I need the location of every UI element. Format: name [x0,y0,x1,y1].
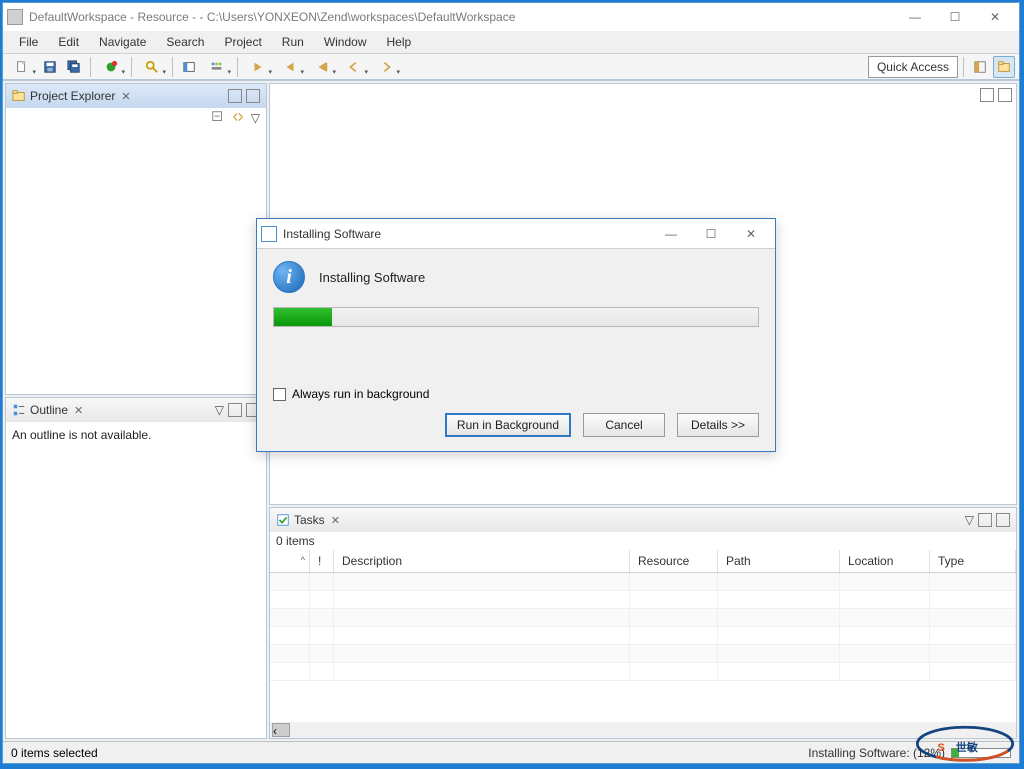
th-path[interactable]: Path [718,550,840,572]
tasks-minimize-icon[interactable] [978,513,992,527]
outline-header[interactable]: Outline ✕ ▽ [6,398,266,422]
th-resource[interactable]: Resource [630,550,718,572]
folder-icon [12,89,26,103]
menu-run[interactable]: Run [272,33,314,51]
toggle-mark-button[interactable] [178,56,200,78]
menu-window[interactable]: Window [314,33,377,51]
quick-access-button[interactable]: Quick Access [868,56,958,78]
project-explorer-close[interactable]: ✕ [119,90,132,103]
status-progress-label: Installing Software: (12%) [808,746,945,760]
th-type[interactable]: Type [930,550,1016,572]
view-menu-icon[interactable]: ▽ [251,111,260,125]
collapse-all-icon[interactable] [211,110,225,127]
save-all-button[interactable] [63,56,85,78]
toggle-breadcrumb-button[interactable]: ▾ [202,56,232,78]
outline-close[interactable]: ✕ [72,404,85,417]
tasks-pane: Tasks ✕ ▽ 0 items ! Description Resource [269,507,1017,739]
maximize-button[interactable]: ☐ [935,5,975,29]
tasks-table: ! Description Resource Path Location Typ… [270,550,1016,722]
install-progress-fill [274,308,332,326]
tasks-table-header: ! Description Resource Path Location Typ… [270,550,1016,573]
tasks-count-label: 0 items [270,532,1016,550]
status-progress-bar[interactable] [951,748,1011,758]
tasks-view-menu-icon[interactable]: ▽ [965,513,974,527]
outline-minimize-icon[interactable] [228,403,242,417]
tasks-header[interactable]: Tasks ✕ ▽ [270,508,1016,532]
main-titlebar[interactable]: DefaultWorkspace - Resource - - C:\Users… [3,3,1019,31]
tasks-close[interactable]: ✕ [329,514,342,527]
last-edit-button[interactable]: ▾ [307,56,337,78]
project-explorer-body[interactable] [6,128,266,394]
status-left: 0 items selected [11,746,98,760]
minimize-button[interactable]: — [895,5,935,29]
view-maximize-icon[interactable] [246,89,260,103]
tasks-table-body[interactable] [270,573,1016,681]
details-button[interactable]: Details >> [677,413,759,437]
scroll-left-icon[interactable]: ‹ [272,723,290,737]
project-explorer-pane: Project Explorer ✕ ▽ [5,83,267,395]
th-sort[interactable] [270,550,310,572]
outline-body: An outline is not available. [6,422,266,738]
tasks-icon [276,513,290,527]
new-button[interactable]: ▾ [7,56,37,78]
menu-search[interactable]: Search [156,33,214,51]
dialog-minimize-button[interactable]: — [651,222,691,246]
cancel-button[interactable]: Cancel [583,413,665,437]
menu-project[interactable]: Project [214,33,271,51]
toolbar: ▾ ▾ ▾ ▾ ▾ ▾ ▾ ▾ ▾ Quick Access [3,53,1019,81]
open-perspective-button[interactable] [969,56,991,78]
tasks-maximize-icon[interactable] [996,513,1010,527]
editor-maximize-icon[interactable] [998,88,1012,102]
dialog-maximize-button[interactable]: ☐ [691,222,731,246]
project-explorer-toolbar: ▽ [6,108,266,128]
dialog-heading: Installing Software [319,270,425,285]
project-explorer-header[interactable]: Project Explorer ✕ [6,84,266,108]
editor-minimize-icon[interactable] [980,88,994,102]
app-icon [7,9,23,25]
th-location[interactable]: Location [840,550,930,572]
outline-icon [12,403,26,417]
outline-pane: Outline ✕ ▽ An outline is not available. [5,397,267,739]
dialog-close-button[interactable]: ✕ [731,222,771,246]
view-minimize-icon[interactable] [228,89,242,103]
menu-help[interactable]: Help [377,33,422,51]
dialog-title: Installing Software [283,227,381,241]
link-editor-icon[interactable] [231,110,245,127]
tasks-hscrollbar[interactable]: ‹ [270,722,1016,738]
outline-empty-text: An outline is not available. [12,428,151,442]
search-button[interactable]: ▾ [137,56,167,78]
dialog-titlebar[interactable]: Installing Software — ☐ ✕ [257,219,775,249]
resource-perspective-button[interactable] [993,56,1015,78]
menu-edit[interactable]: Edit [48,33,89,51]
install-progress-bar [273,307,759,327]
install-dialog: Installing Software — ☐ ✕ i Installing S… [256,218,776,452]
dialog-app-icon [261,226,277,242]
menubar: File Edit Navigate Search Project Run Wi… [3,31,1019,53]
build-button[interactable]: ▾ [96,56,126,78]
always-background-label[interactable]: Always run in background [292,387,429,401]
menu-file[interactable]: File [9,33,48,51]
window-title: DefaultWorkspace - Resource - - C:\Users… [29,10,515,24]
outline-view-menu-icon[interactable]: ▽ [215,403,224,417]
outline-title: Outline [30,403,68,417]
run-in-background-button[interactable]: Run in Background [445,413,571,437]
statusbar: 0 items selected Installing Software: (1… [3,741,1019,763]
close-button[interactable]: ✕ [975,5,1015,29]
th-description[interactable]: Description [334,550,630,572]
prev-annotation-button[interactable]: ▾ [275,56,305,78]
tasks-title: Tasks [294,513,325,527]
back-button[interactable]: ▾ [339,56,369,78]
th-priority[interactable]: ! [310,550,334,572]
project-explorer-title: Project Explorer [30,89,115,103]
next-annotation-button[interactable]: ▾ [243,56,273,78]
menu-navigate[interactable]: Navigate [89,33,156,51]
info-icon: i [273,261,305,293]
save-button[interactable] [39,56,61,78]
always-background-checkbox[interactable] [273,388,286,401]
forward-button[interactable]: ▾ [371,56,401,78]
